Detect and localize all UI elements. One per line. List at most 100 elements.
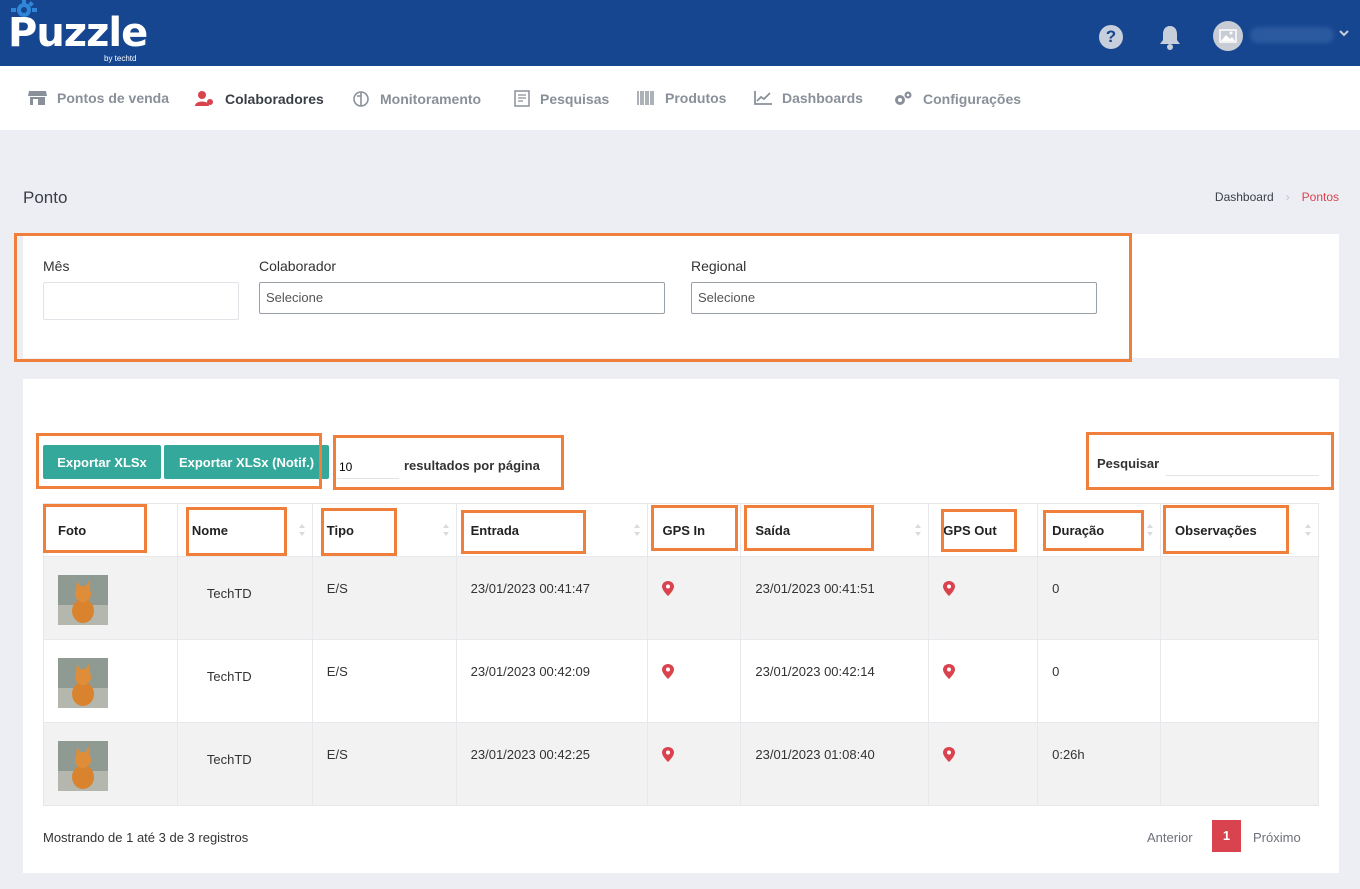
chart-icon — [754, 91, 772, 105]
map-pin-icon[interactable] — [662, 664, 675, 679]
nome-cell: TechTD — [176, 722, 313, 806]
search-input[interactable] — [1166, 452, 1319, 476]
breadcrumb-dashboard-link[interactable]: Dashboard — [1215, 190, 1274, 204]
table-row[interactable]: TechTD E/S 23/01/2023 00:41:47 23/01/202… — [43, 556, 1319, 640]
nav-item-dashboards[interactable]: Dashboards — [754, 90, 863, 106]
column-header-gps-out: GPS Out — [928, 503, 1039, 557]
export-xlsx-notif-button[interactable]: Exportar XLSx (Notif.) — [164, 445, 329, 479]
column-header-observacoes[interactable]: Observações — [1160, 503, 1319, 557]
sort-icon — [1147, 524, 1154, 536]
sort-icon — [298, 524, 305, 536]
duracao-cell: 0 — [1037, 639, 1162, 723]
nav-item-pesquisas[interactable]: Pesquisas — [514, 90, 609, 107]
column-header-saida[interactable]: Saída — [740, 503, 930, 557]
gps-out-cell — [928, 556, 1039, 640]
help-icon[interactable]: ? — [1099, 25, 1123, 49]
search-label: Pesquisar — [1097, 456, 1160, 471]
column-header-label: Saída — [755, 522, 791, 538]
month-label: Mês — [43, 258, 70, 274]
pagination-previous[interactable]: Anterior — [1147, 830, 1193, 845]
app-logo[interactable]: Puzzle by techtd — [8, 0, 158, 64]
breadcrumb-separator-icon: › — [1285, 190, 1290, 204]
pagination-page-1[interactable]: 1 — [1212, 820, 1241, 852]
column-header-tipo[interactable]: Tipo — [311, 503, 457, 557]
tipo-cell: E/S — [311, 556, 457, 640]
gps-in-cell — [647, 639, 742, 723]
nav-label: Dashboards — [782, 90, 863, 106]
column-header-foto: Foto — [43, 503, 178, 557]
column-header-duracao[interactable]: Duração — [1037, 503, 1162, 557]
page-length-label: resultados por página — [404, 458, 540, 473]
chevron-down-icon[interactable] — [1338, 27, 1350, 39]
export-xlsx-button[interactable]: Exportar XLSx — [43, 445, 161, 479]
nome-cell: TechTD — [176, 556, 313, 640]
table-info: Mostrando de 1 até 3 de 3 registros — [43, 830, 249, 845]
column-header-label: Observações — [1175, 522, 1257, 538]
gps-in-cell — [647, 722, 742, 806]
sort-icon — [1305, 524, 1311, 536]
page-length-input[interactable] — [337, 455, 399, 479]
cat-photo-thumbnail[interactable] — [58, 741, 108, 791]
entrada-cell: 23/01/2023 00:42:09 — [455, 639, 649, 723]
nav-label: Pontos de venda — [57, 90, 170, 106]
observacoes-cell — [1160, 639, 1319, 723]
gps-out-cell — [928, 639, 1039, 723]
regional-select[interactable]: Selecione — [691, 282, 1097, 314]
tipo-cell: E/S — [311, 722, 457, 806]
survey-icon — [514, 90, 530, 107]
table-header-row: Foto Nome Tipo Entrada GPS In Saída GPS … — [43, 503, 1319, 557]
foto-cell — [43, 639, 178, 723]
observacoes-cell — [1160, 556, 1319, 640]
nav-label: Configurações — [923, 90, 1022, 107]
nav-label: Produtos — [665, 90, 727, 106]
column-header-label: Duração — [1052, 522, 1105, 538]
sort-icon — [442, 524, 449, 536]
cat-photo-thumbnail[interactable] — [58, 575, 108, 625]
breadcrumb: Dashboard › Pontos — [1215, 190, 1339, 204]
user-name-redacted[interactable] — [1250, 27, 1334, 43]
nav-item-monitoramento[interactable]: Monitoramento — [352, 90, 481, 108]
logo-text: Puzzle — [8, 10, 148, 56]
logo-subtitle: by techtd — [104, 54, 137, 63]
column-header-gps-in: GPS In — [647, 503, 742, 557]
nav-item-produtos[interactable]: Produtos — [637, 90, 726, 106]
month-input[interactable] — [43, 282, 239, 320]
top-bar: Puzzle by techtd ? — [0, 0, 1360, 66]
nav-item-colaboradores[interactable]: Colaboradores — [195, 90, 324, 107]
column-header-label: GPS In — [662, 522, 706, 538]
nome-cell: TechTD — [176, 639, 313, 723]
map-pin-icon[interactable] — [943, 581, 956, 596]
users-icon — [195, 91, 213, 106]
nav-item-pontos-de-venda[interactable]: Pontos de venda — [28, 90, 169, 106]
cat-photo-thumbnail[interactable] — [58, 658, 108, 708]
monitor-icon — [353, 91, 369, 107]
collaborator-select[interactable]: Selecione — [259, 282, 665, 314]
sort-icon — [915, 524, 922, 536]
foto-cell — [43, 722, 178, 806]
pagination-next[interactable]: Próximo — [1253, 830, 1301, 845]
column-header-nome[interactable]: Nome — [176, 503, 313, 557]
duracao-cell: 0:26h — [1037, 722, 1162, 806]
gps-in-cell — [647, 556, 742, 640]
duracao-cell: 0 — [1037, 556, 1162, 640]
map-pin-icon[interactable] — [943, 664, 956, 679]
entrada-cell: 23/01/2023 00:41:47 — [455, 556, 649, 640]
breadcrumb-current: Pontos — [1301, 190, 1339, 204]
user-avatar[interactable] — [1213, 21, 1243, 51]
store-icon — [28, 91, 47, 105]
nav-item-configuracoes[interactable]: Configurações — [893, 90, 1021, 107]
regional-label: Regional — [691, 258, 747, 274]
gps-out-cell — [928, 722, 1039, 806]
column-header-label: GPS Out — [943, 522, 997, 538]
sort-icon — [634, 524, 641, 536]
nav-label: Colaboradores — [225, 90, 324, 107]
map-pin-icon[interactable] — [943, 747, 956, 762]
map-pin-icon[interactable] — [662, 581, 675, 596]
table-row[interactable]: TechTD E/S 23/01/2023 00:42:09 23/01/202… — [43, 639, 1319, 723]
map-pin-icon[interactable] — [662, 747, 675, 762]
column-header-label: Tipo — [326, 522, 354, 538]
column-header-entrada[interactable]: Entrada — [455, 503, 649, 557]
table-row[interactable]: TechTD E/S 23/01/2023 00:42:25 23/01/202… — [43, 722, 1319, 806]
bell-icon[interactable] — [1158, 24, 1182, 50]
tipo-cell: E/S — [311, 639, 457, 723]
